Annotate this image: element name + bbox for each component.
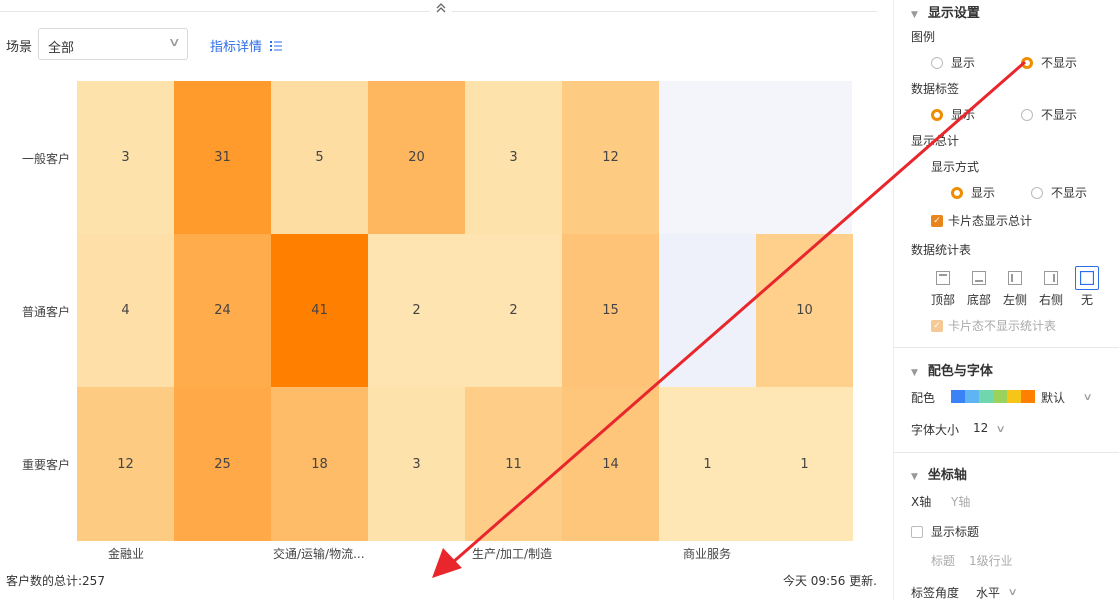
heatmap-cell[interactable]: 41 bbox=[271, 234, 368, 387]
show-title-checkbox[interactable]: 显示标题 bbox=[911, 523, 979, 540]
caret-down-icon: ▼ bbox=[911, 10, 918, 20]
card-no-stat-checkbox[interactable]: ✓ 卡片态不显示统计表 bbox=[931, 317, 1056, 334]
heatmap-cell[interactable]: 10 bbox=[756, 234, 853, 387]
font-size-label: 字体大小 bbox=[911, 423, 960, 437]
row-label: 普通客户 bbox=[21, 304, 70, 319]
position-none-icon[interactable] bbox=[1075, 266, 1099, 290]
chevron-down-icon[interactable]: ∨ bbox=[1008, 584, 1018, 598]
show-total-label: 显示总计 bbox=[911, 134, 960, 148]
heatmap-cell[interactable]: 24 bbox=[174, 234, 271, 387]
data-label-show-radio[interactable]: 显示 bbox=[931, 106, 975, 123]
scene-select-value: 全部 bbox=[48, 41, 75, 56]
chevron-down-icon[interactable]: ∨ bbox=[1083, 389, 1093, 403]
heatmap-cell[interactable]: 2 bbox=[465, 234, 562, 387]
heatmap-cell[interactable]: 2 bbox=[368, 234, 465, 387]
position-top-icon[interactable] bbox=[931, 266, 955, 290]
label-angle-label: 标签角度 bbox=[911, 586, 960, 600]
mode-hide-radio[interactable]: 不显示 bbox=[1031, 184, 1087, 201]
legend-show-radio[interactable]: 显示 bbox=[931, 54, 975, 71]
scene-select[interactable]: 全部 ∨ bbox=[38, 28, 188, 60]
palette-swatch bbox=[951, 390, 965, 403]
position-right-label: 右侧 bbox=[1038, 293, 1063, 307]
font-size-value[interactable]: 12 bbox=[973, 421, 988, 435]
section-divider bbox=[894, 347, 1119, 348]
color-value: 默认 bbox=[1041, 391, 1066, 405]
row-label: 重要客户 bbox=[21, 458, 70, 472]
heatmap-cell-empty[interactable] bbox=[659, 234, 756, 387]
tab-x-axis[interactable]: X轴 bbox=[911, 493, 931, 510]
position-top-label: 顶部 bbox=[930, 293, 955, 307]
collapse-chevron-up-icon[interactable] bbox=[430, 2, 452, 20]
heatmap-cell[interactable]: 3 bbox=[465, 81, 562, 234]
heatmap-cell[interactable]: 12 bbox=[562, 81, 659, 234]
palette-swatch bbox=[993, 390, 1007, 403]
heatmap-cell[interactable]: 14 bbox=[562, 387, 659, 541]
position-bottom-icon[interactable] bbox=[967, 266, 991, 290]
heatmap-cell[interactable]: 25 bbox=[174, 387, 271, 541]
palette-swatch bbox=[965, 390, 979, 403]
heatmap-cell[interactable]: 18 bbox=[271, 387, 368, 541]
chevron-down-icon[interactable]: ∨ bbox=[996, 421, 1006, 435]
position-bottom-label: 底部 bbox=[966, 293, 991, 307]
index-detail-link[interactable]: 指标详情 bbox=[210, 36, 283, 55]
data-label-hide-radio[interactable]: 不显示 bbox=[1021, 106, 1077, 123]
settings-panel: ▼ 显示设置 图例 显示 不显示 数据标签 显示 不显示 显示总计 显示方式 显示… bbox=[893, 0, 1119, 600]
position-left-icon[interactable] bbox=[1003, 266, 1027, 290]
total-count: 客户数的总计:257 bbox=[6, 574, 105, 588]
color-label: 配色 bbox=[911, 391, 936, 405]
axis-title-label: 标题 bbox=[931, 554, 956, 568]
position-left-label: 左侧 bbox=[1002, 293, 1027, 307]
column-label: 交通/运输/物流... bbox=[273, 547, 365, 561]
list-icon bbox=[270, 40, 283, 55]
caret-down-icon: ▼ bbox=[911, 368, 918, 378]
tab-y-axis[interactable]: Y轴 bbox=[951, 493, 970, 510]
axis-title-value[interactable]: 1级行业 bbox=[969, 552, 1013, 569]
column-label: 金融业 bbox=[108, 547, 145, 561]
column-label: 商业服务 bbox=[683, 547, 732, 561]
column-label: 生产/加工/制造 bbox=[472, 547, 553, 561]
row-label: 一般客户 bbox=[21, 151, 70, 166]
palette-swatch bbox=[979, 390, 993, 403]
display-mode-label: 显示方式 bbox=[931, 160, 980, 174]
chevron-down-icon: ∨ bbox=[168, 35, 182, 49]
section-display-settings[interactable]: ▼ 显示设置 bbox=[911, 2, 980, 21]
heatmap-cell-empty[interactable] bbox=[659, 81, 756, 234]
legend-hide-radio[interactable]: 不显示 bbox=[1021, 54, 1077, 71]
heatmap-cell[interactable]: 3 bbox=[77, 81, 174, 234]
section-color-font[interactable]: ▼ 配色与字体 bbox=[911, 360, 993, 379]
heatmap-cell[interactable]: 11 bbox=[465, 387, 562, 541]
position-right-icon[interactable] bbox=[1039, 266, 1063, 290]
heatmap-cell[interactable]: 5 bbox=[271, 81, 368, 234]
index-detail-label: 指标详情 bbox=[210, 40, 263, 55]
label-angle-value[interactable]: 水平 bbox=[976, 584, 1000, 600]
heatmap-cell[interactable]: 20 bbox=[368, 81, 465, 234]
heatmap-cell[interactable]: 1 bbox=[659, 387, 756, 541]
caret-down-icon: ▼ bbox=[911, 472, 918, 482]
heatmap-cell-empty[interactable] bbox=[756, 81, 852, 234]
heatmap-cell[interactable]: 15 bbox=[562, 234, 659, 387]
heatmap-cell[interactable]: 12 bbox=[77, 387, 174, 541]
heatmap-cell[interactable]: 31 bbox=[174, 81, 271, 234]
stat-table-label: 数据统计表 bbox=[911, 243, 972, 257]
data-label-label: 数据标签 bbox=[911, 82, 960, 96]
heatmap-cell[interactable]: 1 bbox=[756, 387, 853, 541]
section-divider bbox=[894, 452, 1119, 453]
legend-label: 图例 bbox=[911, 30, 936, 44]
heatmap-cell[interactable]: 4 bbox=[77, 234, 174, 387]
section-axis[interactable]: ▼ 坐标轴 bbox=[911, 464, 967, 483]
mode-show-radio[interactable]: 显示 bbox=[951, 184, 995, 201]
position-none-label: 无 bbox=[1080, 293, 1093, 307]
palette-swatch bbox=[1021, 390, 1035, 403]
heatmap-cell[interactable]: 3 bbox=[368, 387, 465, 541]
palette-swatch bbox=[1007, 390, 1021, 403]
card-total-checkbox[interactable]: ✓ 卡片态显示总计 bbox=[931, 212, 1032, 229]
scene-label: 场景 bbox=[6, 40, 33, 55]
update-time: 今天 09:56 更新. bbox=[782, 574, 877, 588]
